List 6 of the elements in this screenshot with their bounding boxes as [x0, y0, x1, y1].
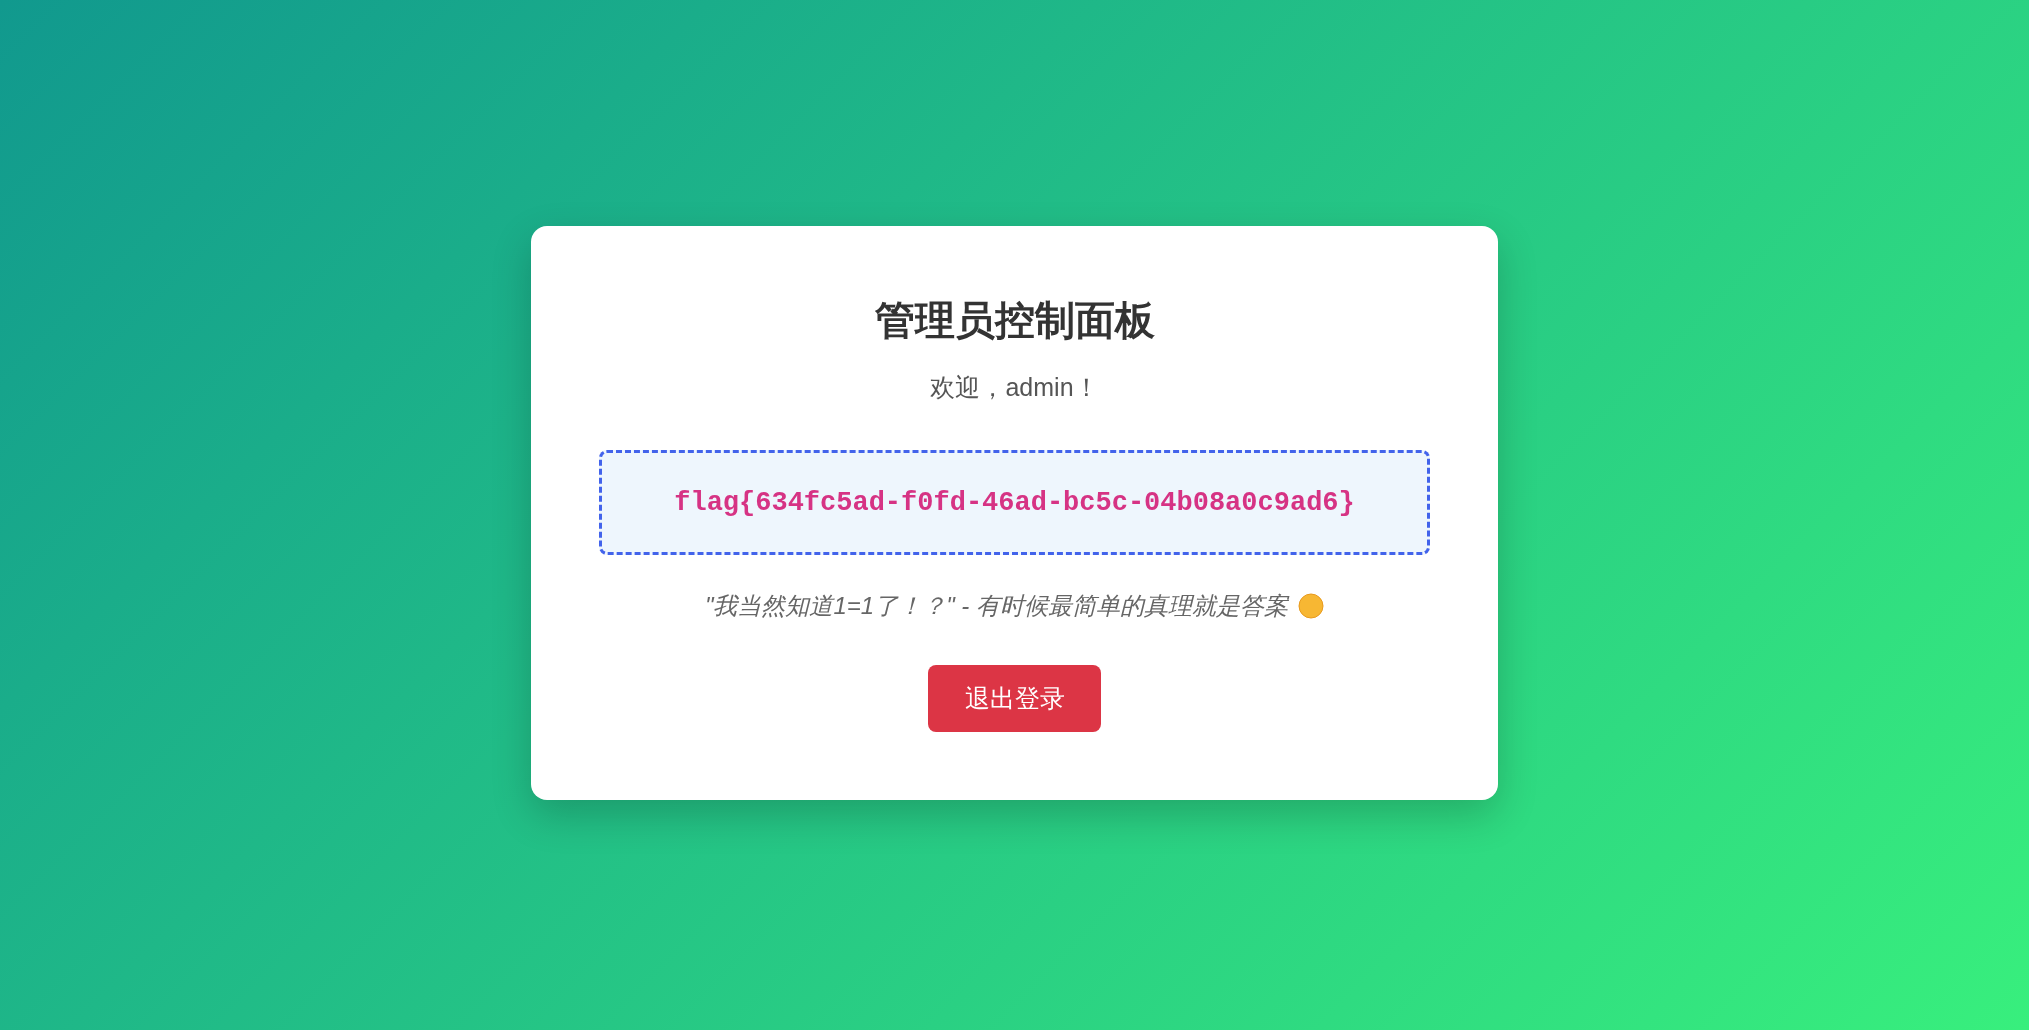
welcome-text: 欢迎，admin！ — [930, 372, 1099, 403]
logout-button[interactable]: 退出登录 — [928, 665, 1101, 732]
quote-text: "我当然知道1=1了！？" - 有时候最简单的真理就是答案 — [704, 591, 1289, 621]
panel-title: 管理员控制面板 — [874, 297, 1155, 344]
flag-text: flag{634fc5ad-f0fd-46ad-bc5c-04b08a0c9ad6} — [674, 487, 1355, 518]
emoji-icon — [1298, 593, 1325, 619]
